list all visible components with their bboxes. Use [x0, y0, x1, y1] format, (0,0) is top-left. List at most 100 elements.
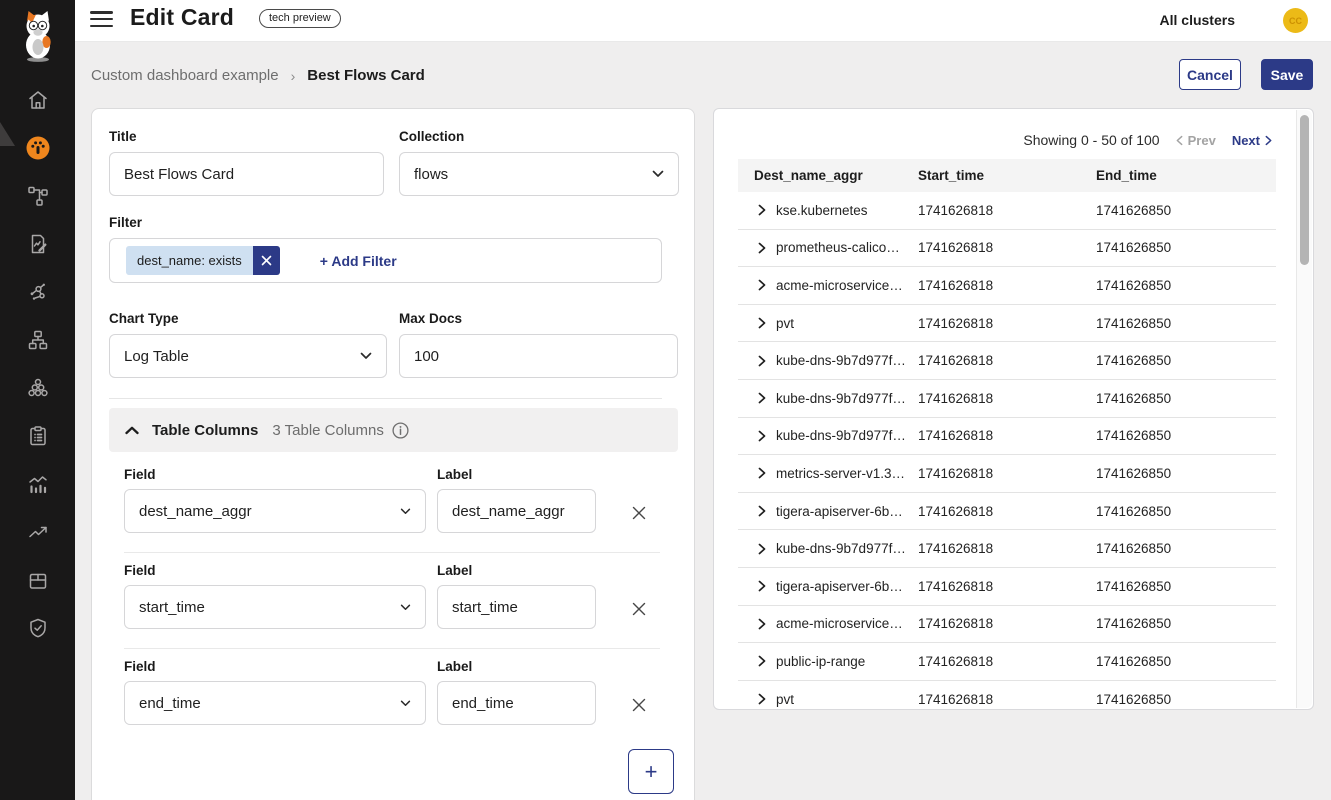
max-docs-input[interactable]: [399, 334, 678, 378]
breadcrumb-separator: ›: [291, 68, 296, 84]
share-network-icon[interactable]: [0, 268, 75, 316]
chevron-left-icon: [1176, 135, 1183, 146]
table-row[interactable]: tigera-apiserver-6b… 1741626818 17416268…: [738, 493, 1276, 531]
table-row[interactable]: tigera-apiserver-6b… 1741626818 17416268…: [738, 568, 1276, 606]
column-editor-row: Field Label dest_name_aggr: [92, 457, 694, 553]
label-input[interactable]: [437, 489, 596, 533]
add-filter-button[interactable]: + Add Filter: [320, 253, 397, 269]
collection-value: flows: [414, 166, 448, 183]
filter-chip: dest_name: exists: [126, 246, 280, 275]
package-box-icon[interactable]: [0, 556, 75, 604]
table-row[interactable]: acme-microservice… 1741626818 1741626850: [738, 267, 1276, 305]
table-row[interactable]: pvt 1741626818 1741626850: [738, 305, 1276, 343]
expand-row-chevron-icon[interactable]: [758, 204, 766, 216]
info-icon[interactable]: [392, 422, 409, 439]
chevron-down-icon: [360, 352, 372, 360]
expand-row-chevron-icon[interactable]: [758, 655, 766, 667]
table-row[interactable]: kube-dns-9b7d977f… 1741626818 1741626850: [738, 418, 1276, 456]
cell-end-time: 1741626850: [1096, 654, 1276, 669]
field-select[interactable]: dest_name_aggr: [124, 489, 426, 533]
cell-start-time: 1741626818: [918, 654, 1096, 669]
cluster-nodes-icon[interactable]: [0, 364, 75, 412]
cell-dest-name-aggr: kube-dns-9b7d977f…: [776, 353, 906, 368]
expand-row-chevron-icon[interactable]: [758, 505, 766, 517]
cell-start-time: 1741626818: [918, 579, 1096, 594]
topology-icon[interactable]: [0, 172, 75, 220]
calico-cat-logo[interactable]: [0, 0, 75, 63]
clipboard-list-icon[interactable]: [0, 412, 75, 460]
bar-chart-icon[interactable]: [0, 460, 75, 508]
table-columns-section-header[interactable]: Table Columns 3 Table Columns: [109, 408, 678, 452]
shield-check-icon[interactable]: [0, 604, 75, 652]
remove-column-button[interactable]: [629, 599, 649, 619]
expand-row-chevron-icon[interactable]: [758, 430, 766, 442]
table-row[interactable]: public-ip-range 1741626818 1741626850: [738, 643, 1276, 681]
chevron-up-icon: [125, 426, 139, 435]
cell-start-time: 1741626818: [918, 428, 1096, 443]
filter-label: Filter: [109, 215, 142, 230]
field-label: Field: [124, 467, 156, 482]
table-row[interactable]: kube-dns-9b7d977f… 1741626818 1741626850: [738, 530, 1276, 568]
table-row[interactable]: prometheus-calico… 1741626818 1741626850: [738, 230, 1276, 268]
expand-row-chevron-icon[interactable]: [758, 242, 766, 254]
expand-row-chevron-icon[interactable]: [758, 392, 766, 404]
cell-end-time: 1741626850: [1096, 616, 1276, 631]
sitemap-icon[interactable]: [0, 316, 75, 364]
collection-select[interactable]: flows: [399, 152, 679, 196]
divider: [109, 398, 662, 399]
filter-input[interactable]: dest_name: exists + Add Filter: [109, 238, 662, 283]
save-button[interactable]: Save: [1261, 59, 1313, 90]
cell-end-time: 1741626850: [1096, 428, 1276, 443]
field-select[interactable]: start_time: [124, 585, 426, 629]
prev-button[interactable]: Prev: [1176, 133, 1216, 148]
expand-row-chevron-icon[interactable]: [758, 279, 766, 291]
add-column-button[interactable]: +: [628, 749, 674, 794]
sidebar: [0, 0, 75, 800]
label-input[interactable]: [437, 585, 596, 629]
table-row[interactable]: kse.kubernetes 1741626818 1741626850: [738, 192, 1276, 230]
document-edit-icon[interactable]: [0, 220, 75, 268]
table-row[interactable]: kube-dns-9b7d977f… 1741626818 1741626850: [738, 380, 1276, 418]
dashboard-gauge-icon[interactable]: [0, 124, 75, 172]
avatar[interactable]: CC: [1283, 8, 1308, 33]
filter-chip-remove-button[interactable]: [253, 246, 280, 275]
cluster-selector[interactable]: All clusters: [1160, 12, 1235, 28]
cell-dest-name-aggr: acme-microservice…: [776, 616, 903, 631]
chart-type-select[interactable]: Log Table: [109, 334, 387, 378]
cell-end-time: 1741626850: [1096, 391, 1276, 406]
table-row[interactable]: acme-microservice… 1741626818 1741626850: [738, 606, 1276, 644]
expand-row-chevron-icon[interactable]: [758, 317, 766, 329]
cancel-button[interactable]: Cancel: [1179, 59, 1241, 90]
label-label: Label: [437, 467, 472, 482]
expand-row-chevron-icon[interactable]: [758, 693, 766, 705]
table-row[interactable]: metrics-server-v1.3… 1741626818 17416268…: [738, 455, 1276, 493]
label-input[interactable]: [437, 681, 596, 725]
expand-row-chevron-icon[interactable]: [758, 355, 766, 367]
hamburger-menu-icon[interactable]: [90, 11, 114, 31]
column-header-start-time: Start_time: [918, 168, 1096, 183]
home-icon[interactable]: [0, 76, 75, 124]
expand-row-chevron-icon[interactable]: [758, 618, 766, 630]
field-select-value: start_time: [139, 599, 205, 616]
field-select[interactable]: end_time: [124, 681, 426, 725]
remove-column-button[interactable]: [629, 503, 649, 523]
trend-arrow-icon[interactable]: [0, 508, 75, 556]
cell-dest-name-aggr: kube-dns-9b7d977f…: [776, 428, 906, 443]
chevron-down-icon: [400, 604, 411, 611]
scrollbar-track[interactable]: [1296, 110, 1312, 708]
scrollbar-thumb[interactable]: [1300, 115, 1309, 265]
title-input[interactable]: [109, 152, 384, 196]
breadcrumb-parent[interactable]: Custom dashboard example: [91, 67, 279, 84]
table-row[interactable]: pvt 1741626818 1741626850: [738, 681, 1276, 710]
cell-dest-name-aggr: kse.kubernetes: [776, 203, 868, 218]
expand-row-chevron-icon[interactable]: [758, 580, 766, 592]
expand-row-chevron-icon[interactable]: [758, 467, 766, 479]
remove-column-button[interactable]: [629, 695, 649, 715]
cell-dest-name-aggr: pvt: [776, 316, 794, 331]
next-button[interactable]: Next: [1232, 133, 1272, 148]
page-title: Edit Card: [130, 4, 234, 31]
column-header-dest-name-aggr: Dest_name_aggr: [738, 168, 918, 183]
expand-row-chevron-icon[interactable]: [758, 543, 766, 555]
column-editor-row: Field Label start_time: [92, 553, 694, 649]
table-row[interactable]: kube-dns-9b7d977f… 1741626818 1741626850: [738, 342, 1276, 380]
